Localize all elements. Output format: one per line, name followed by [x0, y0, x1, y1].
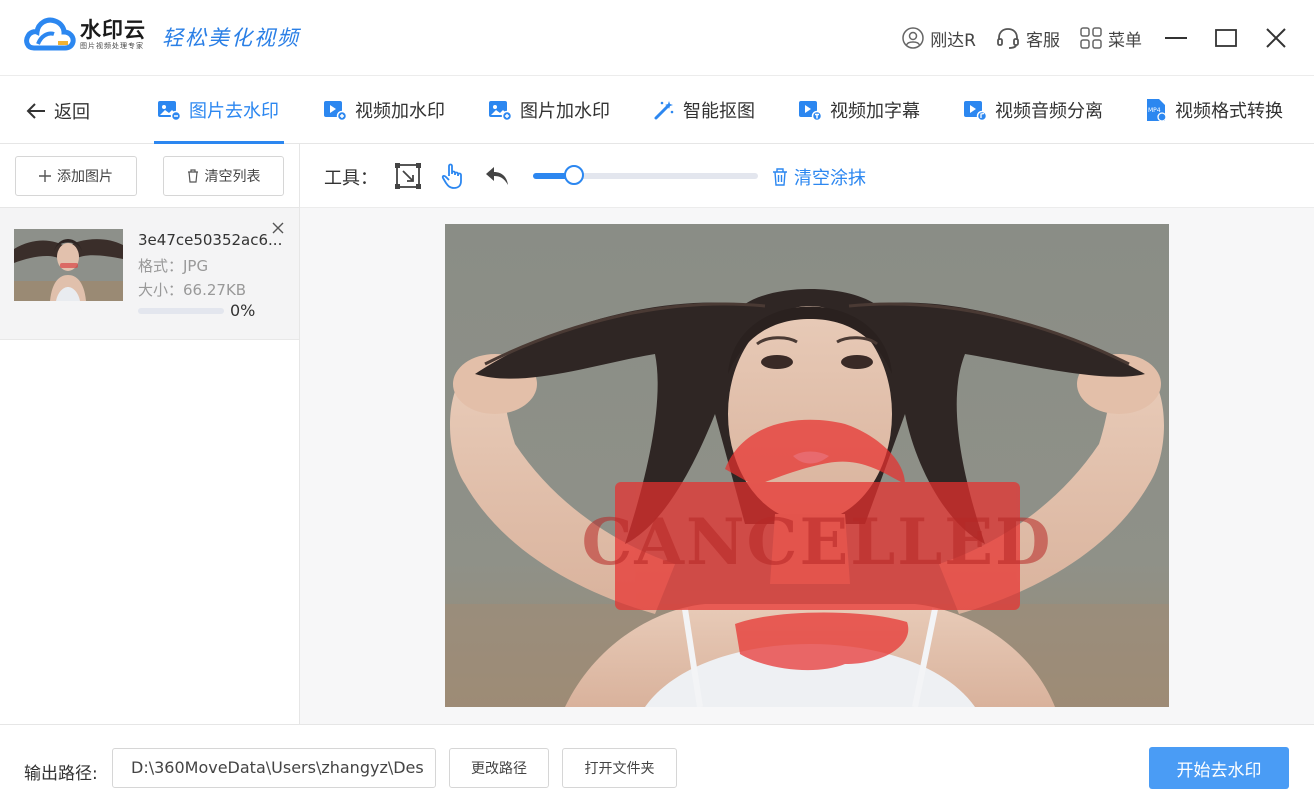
tab-label: 图片去水印	[189, 101, 279, 122]
file-list-panel: 添加图片 清空列表 3e47ce50352ac6... 格式：JPG 大小：66…	[0, 144, 300, 724]
back-label: 返回	[54, 102, 90, 123]
user-icon	[902, 27, 924, 49]
rect-select-icon	[395, 163, 421, 189]
back-button[interactable]: 返回	[26, 98, 90, 124]
headset-icon	[997, 28, 1019, 49]
mp4-file-icon: MP4	[1147, 99, 1167, 122]
video-subtitle-icon	[799, 101, 822, 121]
file-size: 大小：66.27KB	[138, 281, 247, 299]
brush-hand-tool[interactable]	[439, 162, 467, 190]
minimize-icon	[1165, 37, 1187, 39]
menu-label: 菜单	[1108, 30, 1142, 51]
close-icon	[1266, 28, 1286, 48]
list-item[interactable]: 3e47ce50352ac6... 格式：JPG 大小：66.27KB 0%	[0, 208, 299, 340]
remove-file-button[interactable]	[270, 220, 286, 236]
image-remove-icon	[158, 101, 181, 121]
undo-icon	[486, 167, 508, 185]
title-bar: 水印云 图片视频处理专家 轻松美化视频 刚达R 客服 菜单	[0, 0, 1314, 76]
undo-button[interactable]	[483, 162, 511, 190]
tab-label: 视频音频分离	[995, 101, 1103, 122]
hand-pointer-icon	[441, 163, 462, 189]
image-add-icon	[489, 101, 512, 121]
file-name: 3e47ce50352ac6...	[138, 231, 283, 249]
close-icon	[272, 222, 284, 234]
app-subtitle: 图片视频处理专家	[80, 41, 144, 50]
close-window-button[interactable]	[1262, 24, 1290, 52]
trash-icon	[773, 168, 787, 186]
tool-bar: 工具： 清空涂抹	[300, 144, 1314, 208]
clear-paint-label: 清空涂抹	[794, 168, 866, 189]
output-bar: 输出路径: D:\360MoveData\Users\zhangyz\Des 更…	[0, 724, 1314, 810]
app-name: 水印云	[80, 17, 146, 42]
start-label: 开始去水印	[1176, 760, 1262, 781]
open-folder-label: 打开文件夹	[584, 761, 655, 777]
tab-video-format-convert[interactable]: MP4 视频格式转换	[1145, 96, 1283, 124]
tab-video-audio-separate[interactable]: 视频音频分离	[963, 96, 1103, 124]
preview-canvas: CANCELLED	[300, 208, 1314, 724]
file-progress-bar	[138, 308, 224, 314]
feature-nav: 返回 图片去水印 视频加水印 图片加水印 智能抠图 视频加字幕 视频音频分离 M…	[0, 76, 1314, 144]
file-list-toolbar: 添加图片 清空列表	[0, 144, 299, 208]
tools-label: 工具：	[324, 168, 378, 189]
plus-icon	[39, 170, 51, 182]
tab-label: 视频加字幕	[830, 101, 920, 122]
video-audio-icon	[964, 101, 987, 121]
video-add-icon	[324, 101, 347, 121]
open-folder-button[interactable]: 打开文件夹	[562, 748, 677, 788]
tab-image-remove-watermark[interactable]: 图片去水印	[157, 96, 279, 124]
tab-video-subtitles[interactable]: 视频加字幕	[798, 96, 920, 124]
svg-text:MP4: MP4	[1148, 107, 1161, 114]
trash-icon	[187, 169, 198, 183]
tab-image-add-watermark[interactable]: 图片加水印	[488, 96, 610, 124]
change-path-label: 更改路径	[471, 761, 527, 777]
file-thumbnail	[14, 229, 123, 301]
tab-smart-cutout[interactable]: 智能抠图	[653, 96, 755, 124]
output-path-field[interactable]: D:\360MoveData\Users\zhangyz\Des	[112, 748, 436, 788]
maximize-icon	[1215, 29, 1237, 47]
change-path-button[interactable]: 更改路径	[449, 748, 549, 788]
grid-menu-icon	[1080, 27, 1102, 49]
file-format: 格式：JPG	[138, 257, 209, 275]
minimize-button[interactable]	[1162, 24, 1190, 52]
customer-service-label: 客服	[1026, 30, 1060, 51]
tab-label: 智能抠图	[683, 101, 755, 122]
watermark-text: CANCELLED	[581, 505, 1052, 580]
rect-select-tool[interactable]	[394, 162, 422, 190]
file-progress-percent: 0%	[230, 301, 256, 320]
cloud-logo-icon	[24, 14, 76, 54]
maximize-button[interactable]	[1212, 24, 1240, 52]
arrow-left-icon	[26, 103, 45, 119]
clear-paint-button[interactable]: 清空涂抹	[772, 164, 866, 190]
preview-image[interactable]: CANCELLED	[445, 224, 1169, 707]
add-image-label: 添加图片	[57, 169, 113, 185]
brush-size-knob[interactable]	[563, 165, 584, 185]
tab-label: 图片加水印	[520, 101, 610, 122]
brush-size-slider[interactable]	[533, 165, 758, 185]
tab-video-add-watermark[interactable]: 视频加水印	[323, 96, 445, 124]
menu-button[interactable]: 菜单	[1080, 26, 1142, 51]
user-name: 刚达R	[930, 30, 976, 51]
customer-service-button[interactable]: 客服	[996, 26, 1060, 51]
tab-label: 视频格式转换	[1175, 101, 1283, 122]
tab-label: 视频加水印	[355, 101, 445, 122]
app-slogan: 轻松美化视频	[162, 26, 300, 50]
add-image-button[interactable]: 添加图片	[15, 156, 137, 196]
user-account[interactable]: 刚达R	[902, 26, 976, 51]
clear-list-button[interactable]: 清空列表	[163, 156, 284, 196]
start-remove-watermark-button[interactable]: 开始去水印	[1149, 747, 1289, 789]
magic-wand-icon	[654, 101, 674, 120]
clear-list-label: 清空列表	[204, 169, 261, 185]
app-logo: 水印云 图片视频处理专家	[24, 14, 146, 54]
output-path-label: 输出路径:	[24, 764, 98, 784]
